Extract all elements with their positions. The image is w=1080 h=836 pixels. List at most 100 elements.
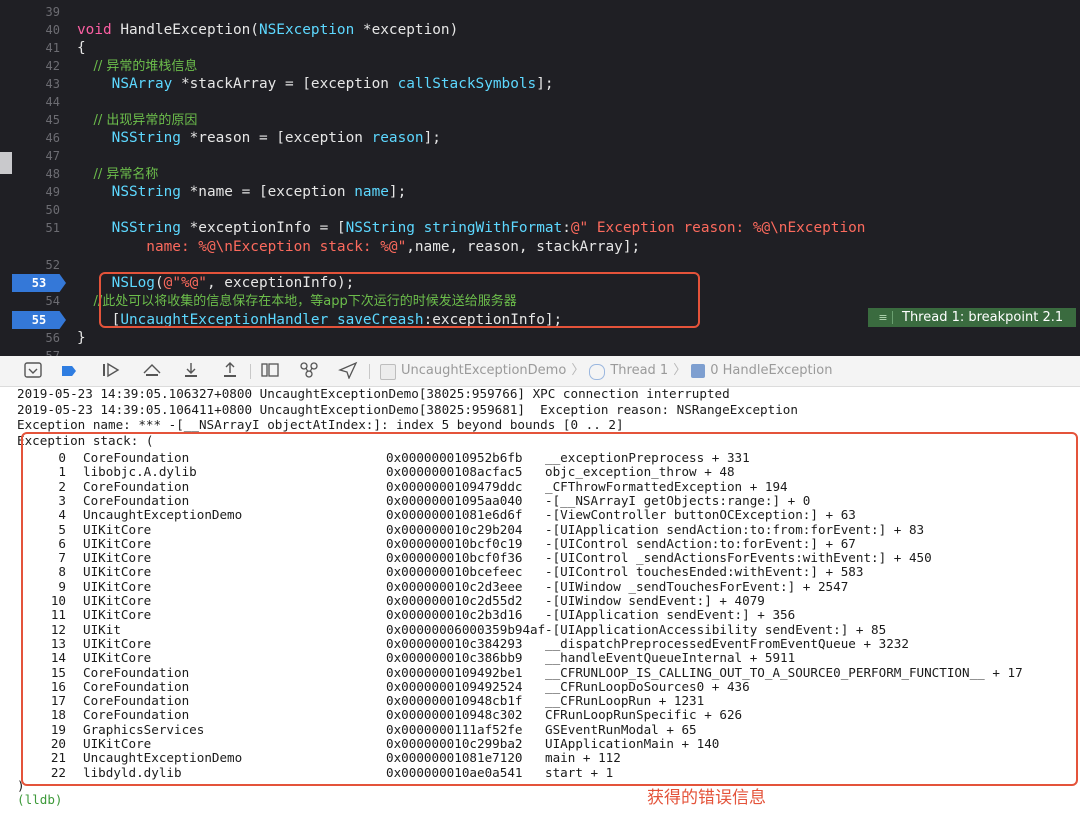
- highlight-box-code: [99, 272, 700, 328]
- code-line: 57: [0, 347, 1080, 356]
- step-out-button[interactable]: [219, 361, 241, 381]
- lldb-prompt[interactable]: (lldb): [17, 792, 63, 807]
- line-number[interactable]: 56: [18, 329, 60, 347]
- code-line: 43 NSArray *stackArray = [exception call…: [0, 75, 1080, 93]
- code-line: 39: [0, 3, 1080, 21]
- breakpoint-marker[interactable]: 53: [12, 274, 66, 292]
- code-token: callStackSymbols: [397, 76, 537, 92]
- code-token: *exceptionInfo = [: [180, 220, 346, 236]
- code-line: 46 NSString *reason = [exception reason]…: [0, 129, 1080, 147]
- continue-icon: [103, 362, 120, 378]
- breadcrumb-frame[interactable]: 0 HandleException: [710, 361, 832, 381]
- code-token: // 出现异常的原因: [77, 113, 198, 128]
- line-number[interactable]: 54: [18, 292, 60, 310]
- code-line: 49 NSString *name = [exception name];: [0, 183, 1080, 201]
- line-number[interactable]: 48: [18, 165, 60, 183]
- step-out-icon: [224, 362, 236, 377]
- code-text: name: %@\nException stack: %@",name, rea…: [77, 238, 640, 256]
- breadcrumb-thread[interactable]: Thread 1: [610, 361, 668, 381]
- code-text: // 异常名称: [77, 165, 159, 184]
- chevron-right-icon: 〉: [571, 363, 585, 378]
- code-line: 56}: [0, 329, 1080, 347]
- code-token: :: [562, 220, 571, 236]
- line-number[interactable]: 39: [18, 3, 60, 21]
- code-token: NSString: [345, 220, 415, 236]
- highlight-box-stack: [21, 432, 1078, 786]
- toolbar-divider: [369, 364, 370, 379]
- line-number[interactable]: 57: [18, 347, 60, 356]
- line-number[interactable]: 52: [18, 256, 60, 274]
- line-number[interactable]: 51: [18, 219, 60, 237]
- code-token: NSString: [111, 130, 181, 146]
- chevron-right-icon: 〉: [673, 363, 687, 378]
- code-line: 51 NSString *exceptionInfo = [NSString s…: [0, 219, 1080, 237]
- line-number[interactable]: 43: [18, 75, 60, 93]
- code-line: 50: [0, 201, 1080, 219]
- code-token: NSArray: [111, 76, 173, 92]
- breakpoint-icon: [62, 366, 76, 376]
- console-log-line: 2019-05-23 14:39:05.106411+0800 Uncaught…: [17, 401, 798, 417]
- source-editor[interactable]: 39 40 void HandleException(NSException *ex…: [0, 0, 1080, 356]
- line-number[interactable]: 41: [18, 39, 60, 57]
- code-text: NSString *reason = [exception reason];: [77, 129, 441, 147]
- code-text: // 出现异常的原因: [77, 111, 198, 130]
- code-token: name: %@\nException stack: %@": [77, 239, 407, 255]
- code-line: 40 void HandleException(NSException *exce…: [0, 21, 1080, 39]
- step-over-icon: [143, 364, 161, 376]
- annotation-note: 获得的错误信息: [647, 788, 766, 808]
- code-line: 44: [0, 93, 1080, 111]
- debug-toolbar: UncaughtExceptionDemo 〉 Thread 1 〉 0 HandleE…: [0, 356, 1080, 387]
- code-token: stringWithFormat: [423, 220, 563, 236]
- code-token: @" Exception reason: %@\nException: [570, 220, 866, 236]
- code-token: NSString: [111, 220, 181, 236]
- line-number[interactable]: 42: [18, 57, 60, 75]
- continue-button[interactable]: [101, 361, 123, 381]
- breakpoint-marker[interactable]: 55: [12, 311, 66, 329]
- code-token: ];: [388, 184, 407, 200]
- code-line: 45 // 出现异常的原因: [0, 111, 1080, 129]
- code-text: NSString *exceptionInfo = [NSString stri…: [77, 219, 866, 237]
- code-token: {: [77, 40, 86, 56]
- code-token: void: [77, 22, 112, 38]
- code-token: HandleException(: [111, 22, 259, 38]
- breadcrumb-app[interactable]: UncaughtExceptionDemo: [401, 361, 566, 381]
- debug-console[interactable]: 2019-05-23 14:39:05.106327+0800 Uncaught…: [0, 387, 1080, 836]
- code-token: ];: [536, 76, 554, 92]
- step-over-button[interactable]: [141, 361, 163, 381]
- line-number[interactable]: 44: [18, 93, 60, 111]
- code-token: reason: [371, 130, 424, 146]
- thread-breakpoint-indicator[interactable]: ≡ Thread 1: breakpoint 2.1: [868, 308, 1076, 327]
- step-into-icon: [185, 363, 197, 377]
- code-token: *name = [exception: [180, 184, 355, 200]
- memory-graph-button[interactable]: [298, 361, 320, 381]
- code-text: }: [77, 329, 86, 347]
- code-token: // 异常名称: [77, 167, 159, 182]
- view-hierarchy-button[interactable]: [259, 361, 281, 381]
- code-token: ];: [423, 130, 441, 146]
- code-token: *reason = [exception: [180, 130, 372, 146]
- line-number[interactable]: 50: [18, 201, 60, 219]
- line-number[interactable]: 40: [18, 21, 60, 39]
- simulate-location-button[interactable]: [337, 361, 359, 381]
- step-into-button[interactable]: [180, 361, 202, 381]
- code-token: NSString: [111, 184, 181, 200]
- code-text: NSArray *stackArray = [exception callSta…: [77, 75, 554, 93]
- line-number[interactable]: 49: [18, 183, 60, 201]
- line-number[interactable]: 47: [18, 147, 60, 165]
- line-number[interactable]: 45: [18, 111, 60, 129]
- console-log-line: Exception name: *** -[__NSArrayI objectA…: [17, 417, 624, 432]
- view-hierarchy-icon: [261, 363, 279, 377]
- code-text: {: [77, 39, 86, 57]
- hide-debug-area-button[interactable]: [22, 361, 44, 381]
- code-line: 48 // 异常名称: [0, 165, 1080, 183]
- line-number[interactable]: 46: [18, 129, 60, 147]
- code-token: name: [354, 184, 389, 200]
- toolbar-divider: [250, 364, 251, 379]
- code-line: 42 // 异常的堆栈信息: [0, 57, 1080, 75]
- thread-icon: ≡: [874, 311, 893, 324]
- toggle-breakpoints-button[interactable]: [60, 361, 82, 381]
